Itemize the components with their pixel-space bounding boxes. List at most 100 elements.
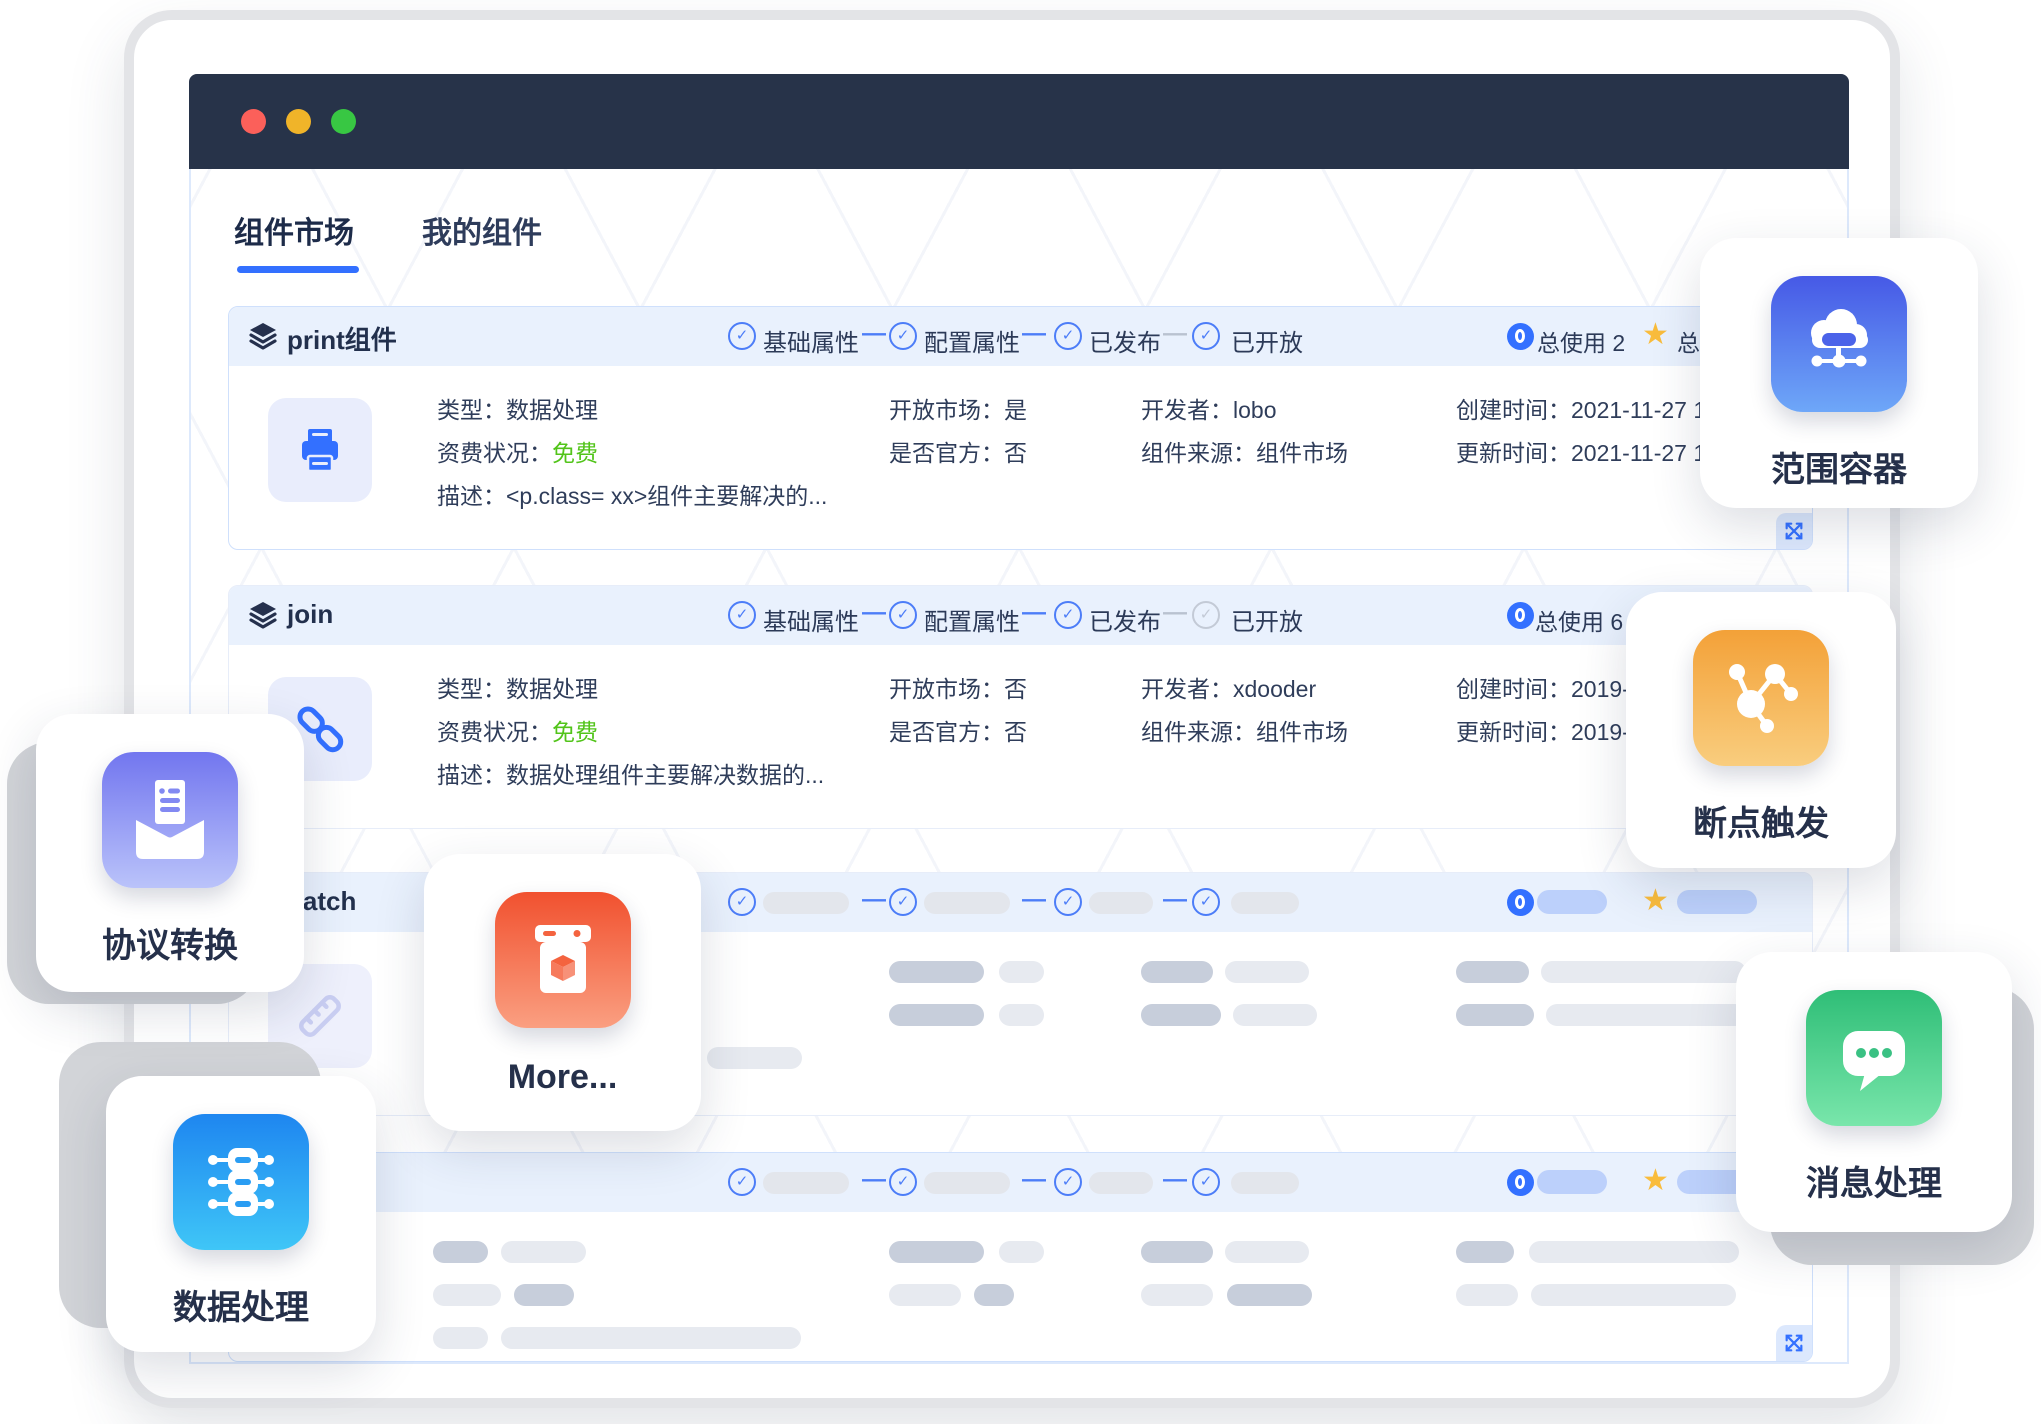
step-check-config: ✓ <box>889 322 917 350</box>
skeleton-pill <box>1141 961 1213 983</box>
skeleton-pill <box>1456 1241 1514 1263</box>
tab-component-market[interactable]: 组件市场 <box>234 208 354 252</box>
card-message-processing[interactable]: 消息处理 <box>1736 952 2012 1232</box>
field-type: 类型：数据处理 <box>437 391 598 425</box>
step-check: ✓ <box>728 888 756 916</box>
step-label-open: 已开放 <box>1231 323 1303 358</box>
close-window-dot[interactable] <box>241 109 266 134</box>
field-updated: 更新时间：2021-11-27 11:2 <box>1456 434 1736 468</box>
row-expand-chip[interactable] <box>1776 1325 1812 1361</box>
field-fee: 资费状况：免费 <box>437 434 598 468</box>
skeleton-pill <box>999 1004 1044 1026</box>
card-label: 数据处理 <box>173 1280 309 1329</box>
maximize-window-dot[interactable] <box>331 109 356 134</box>
field-desc: 描述：<p.class= xx>组件主要解决的... <box>437 477 827 511</box>
skeleton-pill <box>1531 1284 1736 1306</box>
field-updated: 更新时间：2019-1 <box>1456 713 1643 747</box>
skeleton-pill <box>433 1241 488 1263</box>
component-row-join[interactable]: join ✓ 基础属性 — ✓ 配置属性 — ✓ 已发布 — ✓ 已开放 总使用… <box>228 585 1813 829</box>
step-check-open: ✓ <box>1192 322 1220 350</box>
field-developer: 开发者：xdooder <box>1141 670 1316 704</box>
step-dash: — <box>1163 320 1187 348</box>
step-check-config: ✓ <box>889 601 917 629</box>
active-tab-underline <box>237 266 359 273</box>
skeleton-pill <box>974 1284 1014 1306</box>
field-market: 开放市场：是 <box>889 391 1027 425</box>
step-check-basic: ✓ <box>728 601 756 629</box>
field-created: 创建时间：2021-11-27 11:2 <box>1456 391 1736 425</box>
document-inbox-icon <box>102 752 238 888</box>
step-label-published: 已发布 <box>1089 323 1161 358</box>
step-label-config: 配置属性 <box>924 323 1020 358</box>
skeleton-pill <box>1089 892 1153 914</box>
skeleton-pill <box>999 961 1044 983</box>
card-protocol-conversion[interactable]: 协议转换 <box>36 714 304 992</box>
store-box-icon <box>495 892 631 1028</box>
component-row-print[interactable]: print组件 ✓ 基础属性 — ✓ 配置属性 — ✓ 已发布 — ✓ 已开放 … <box>228 306 1813 550</box>
window-titlebar <box>189 74 1849 169</box>
card-label: 消息处理 <box>1806 1156 1942 1205</box>
minimize-window-dot[interactable] <box>286 109 311 134</box>
step-dash: — <box>1163 1166 1187 1194</box>
card-label: 断点触发 <box>1693 796 1829 845</box>
step-dash: — <box>862 599 886 627</box>
skeleton-pill <box>763 1172 849 1194</box>
field-created: 创建时间：2019-1 <box>1456 670 1643 704</box>
skeleton-pill <box>1141 1284 1213 1306</box>
step-check-open: ✓ <box>1192 601 1220 629</box>
skeleton-pill <box>1225 1241 1309 1263</box>
step-check-published: ✓ <box>1054 601 1082 629</box>
skeleton-pill <box>501 1241 586 1263</box>
window-content: 组件市场 我的组件 print组件 ✓ 基础属性 — ✓ 配置属性 — ✓ <box>189 169 1849 1364</box>
skeleton-pill <box>1456 961 1529 983</box>
step-dash: — <box>1022 1166 1046 1194</box>
card-scope-container[interactable]: 范围容器 <box>1700 238 1978 508</box>
skeleton-pill <box>1456 1004 1534 1026</box>
component-row-skeleton[interactable]: ✓ — ✓ — ✓ — ✓ ★ <box>228 1152 1813 1362</box>
field-type: 类型：数据处理 <box>437 670 598 704</box>
step-check: ✓ <box>1192 1168 1220 1196</box>
step-dash: — <box>862 320 886 348</box>
skeleton-pill <box>1141 1004 1221 1026</box>
field-developer: 开发者：lobo <box>1141 391 1276 425</box>
card-breakpoint-trigger[interactable]: 断点触发 <box>1626 592 1896 868</box>
step-dash: — <box>1022 599 1046 627</box>
step-label-open: 已开放 <box>1231 602 1303 637</box>
step-dash: — <box>862 886 886 914</box>
step-check-basic: ✓ <box>728 322 756 350</box>
step-check: ✓ <box>889 1168 917 1196</box>
skeleton-pill <box>1541 961 1746 983</box>
step-check: ✓ <box>1054 1168 1082 1196</box>
skeleton-pill <box>889 1241 984 1263</box>
row-header: ✓ — ✓ — ✓ — ✓ ★ <box>229 1153 1812 1212</box>
skeleton-pill <box>1546 1004 1746 1026</box>
usage-eye-icon <box>1507 602 1534 629</box>
skeleton-pill <box>1231 892 1299 914</box>
card-data-processing[interactable]: 数据处理 <box>106 1076 376 1352</box>
layers-icon <box>247 320 279 357</box>
usage-eye-icon <box>1507 323 1534 350</box>
step-dash: — <box>862 1166 886 1194</box>
skeleton-pill <box>1227 1284 1312 1306</box>
field-official: 是否官方：否 <box>889 713 1027 747</box>
skeleton-pill <box>433 1284 501 1306</box>
step-dash: — <box>1163 599 1187 627</box>
step-check: ✓ <box>1054 888 1082 916</box>
skeleton-pill <box>1456 1284 1518 1306</box>
skeleton-pill <box>1089 1172 1153 1194</box>
rating-star-icon: ★ <box>1642 1163 1669 1198</box>
tab-my-components[interactable]: 我的组件 <box>422 208 542 252</box>
step-label-basic: 基础属性 <box>763 602 859 637</box>
card-label: More... <box>508 1058 618 1097</box>
step-label-config: 配置属性 <box>924 602 1020 637</box>
chat-bubble-icon <box>1806 990 1942 1126</box>
skeleton-pill <box>924 892 1010 914</box>
usage-eye-icon <box>1507 889 1534 916</box>
row-expand-chip[interactable] <box>1776 513 1812 549</box>
printer-icon <box>268 398 372 502</box>
card-more[interactable]: More... <box>424 854 701 1131</box>
component-name: join <box>287 599 333 630</box>
step-check: ✓ <box>1192 888 1220 916</box>
skeleton-pill-blue <box>1677 890 1757 914</box>
skeleton-pill <box>763 892 849 914</box>
